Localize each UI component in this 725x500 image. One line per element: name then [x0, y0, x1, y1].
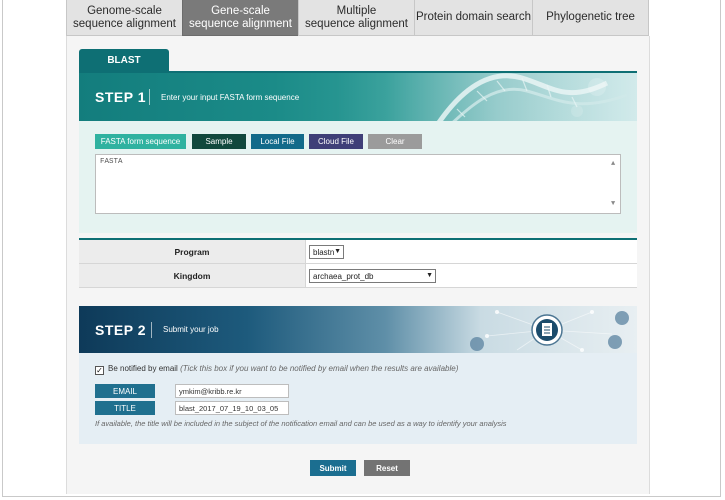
step2-title: STEP 2 [95, 321, 146, 338]
tab-genome-scale[interactable]: Genome-scale sequence alignment [66, 0, 183, 36]
local-file-button[interactable]: Local File [251, 134, 304, 149]
sequence-textarea[interactable]: FASTA ▲ ▼ [95, 154, 621, 214]
step2-description: Submit your job [163, 325, 219, 334]
step1-description: Enter your input FASTA form sequence [161, 92, 300, 102]
notify-checkbox[interactable]: ✓ [95, 366, 104, 375]
title-field[interactable]: blast_2017_07_19_10_03_05 [175, 401, 289, 415]
tab-phylogenetic-tree[interactable]: Phylogenetic tree [532, 0, 649, 36]
title-label: TITLE [95, 401, 155, 415]
dna-helix-illustration [337, 73, 637, 121]
tab-gene-scale[interactable]: Gene-scale sequence alignment [182, 0, 299, 36]
title-footnote: If available, the title will be included… [95, 419, 507, 428]
kingdom-label: Kingdom [79, 264, 306, 287]
cloud-file-button[interactable]: Cloud File [309, 134, 363, 149]
notify-hint: (Tick this box if you want to be notifie… [180, 364, 459, 373]
scroll-up-icon[interactable]: ▲ [611, 160, 615, 168]
tab-multiple-alignment[interactable]: Multiple sequence alignment [298, 0, 415, 36]
chevron-down-icon: ▼ [426, 272, 433, 279]
tool-tab-blast[interactable]: BLAST [79, 49, 169, 72]
step1-divider [149, 89, 150, 105]
textarea-scrollbar[interactable]: ▲ ▼ [610, 156, 619, 212]
email-field[interactable]: ymkim@kribb.re.kr [175, 384, 289, 398]
step2-divider [151, 322, 152, 338]
email-label: EMAIL [95, 384, 155, 398]
program-row: Program blastn ▼ [79, 240, 637, 264]
notify-label: Be notified by email [108, 364, 178, 373]
kingdom-value: archaea_prot_db [313, 271, 374, 281]
tab-protein-domain[interactable]: Protein domain search [414, 0, 533, 36]
notify-text: Be notified by email (Tick this box if y… [108, 364, 458, 373]
top-tabs: Genome-scale sequence alignment Gene-sca… [66, 0, 650, 36]
parameter-table: Program blastn ▼ Kingdom archaea_prot_db… [79, 238, 637, 288]
program-value: blastn [313, 247, 335, 257]
kingdom-row: Kingdom archaea_prot_db ▼ [79, 264, 637, 288]
submit-button[interactable]: Submit [310, 460, 356, 476]
clear-button[interactable]: Clear [368, 134, 422, 149]
step1-banner: STEP 1 Enter your input FASTA form seque… [79, 73, 637, 121]
network-illustration [470, 310, 629, 352]
step2-body: ✓ Be notified by email (Tick this box if… [79, 353, 637, 444]
scroll-down-icon[interactable]: ▼ [611, 200, 615, 208]
step1-body: FASTA form sequence Sample Local File Cl… [79, 121, 637, 233]
chevron-down-icon: ▼ [334, 248, 341, 255]
step1-title: STEP 1 [95, 89, 146, 105]
program-select[interactable]: blastn ▼ [309, 245, 344, 259]
sample-button[interactable]: Sample [192, 134, 246, 149]
step2-banner: STEP 2 Submit your job [79, 306, 637, 353]
fasta-sequence-button[interactable]: FASTA form sequence [95, 134, 186, 149]
reset-button[interactable]: Reset [364, 460, 410, 476]
program-label: Program [79, 240, 306, 263]
kingdom-select[interactable]: archaea_prot_db ▼ [309, 269, 436, 283]
sequence-text: FASTA [100, 158, 123, 166]
